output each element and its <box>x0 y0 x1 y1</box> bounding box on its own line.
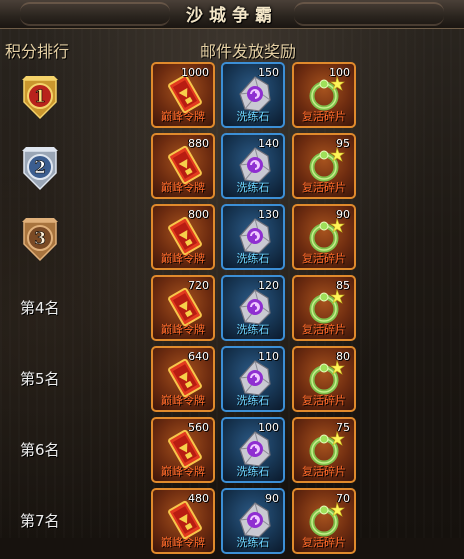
reward-slot[interactable]: 800 巅峰令牌 <box>151 204 215 270</box>
rank-label: 第6名 <box>20 441 60 459</box>
reward-count: 720 <box>188 279 209 292</box>
reward-slot[interactable]: 75 复活碎片 <box>292 417 356 483</box>
reward-count: 95 <box>336 137 350 150</box>
reward-slot[interactable]: 720 巅峰令牌 <box>151 275 215 341</box>
rank-label: 第4名 <box>20 299 60 317</box>
reward-count: 80 <box>336 350 350 363</box>
ranking-row: 第6名 560 巅峰令牌 100 洗练石 75 复活碎片 <box>0 417 464 488</box>
reward-name: 巅峰令牌 <box>161 110 205 123</box>
reward-count: 70 <box>336 492 350 505</box>
reward-count: 90 <box>336 208 350 221</box>
ranking-row: 第4名 720 巅峰令牌 120 洗练石 85 复活碎片 <box>0 275 464 346</box>
rank-label: 第7名 <box>20 512 60 530</box>
ranking-row: 3 800 巅峰令牌 130 洗练石 90 复活碎片 <box>0 204 464 275</box>
rank-badge-number: 2 <box>34 158 46 178</box>
reward-name: 洗练石 <box>236 394 270 407</box>
reward-count: 640 <box>188 350 209 363</box>
reward-slot[interactable]: 130 洗练石 <box>221 204 285 270</box>
reward-name: 洗练石 <box>236 323 270 336</box>
reward-count: 1000 <box>181 66 209 79</box>
silver-rank-medal-icon: 2 <box>18 143 62 191</box>
reward-slot[interactable]: 80 复活碎片 <box>292 346 356 412</box>
reward-name: 复活碎片 <box>302 323 346 336</box>
reward-name: 巅峰令牌 <box>161 394 205 407</box>
rank-badge-number: 1 <box>34 87 46 107</box>
reward-count: 480 <box>188 492 209 505</box>
reward-name: 复活碎片 <box>302 252 346 265</box>
reward-count: 800 <box>188 208 209 221</box>
reward-count: 150 <box>258 66 279 79</box>
reward-name: 巅峰令牌 <box>161 252 205 265</box>
reward-slot[interactable]: 85 复活碎片 <box>292 275 356 341</box>
reward-slot[interactable]: 95 复活碎片 <box>292 133 356 199</box>
reward-slot[interactable]: 140 洗练石 <box>221 133 285 199</box>
reward-count: 140 <box>258 137 279 150</box>
reward-slot[interactable]: 1000 巅峰令牌 <box>151 62 215 128</box>
reward-name: 复活碎片 <box>302 465 346 478</box>
reward-column-header: 邮件发放奖励 <box>200 42 297 61</box>
reward-slot[interactable]: 880 巅峰令牌 <box>151 133 215 199</box>
reward-count: 100 <box>329 66 350 79</box>
reward-slot[interactable]: 100 复活碎片 <box>292 62 356 128</box>
reward-count: 880 <box>188 137 209 150</box>
reward-count: 110 <box>258 350 279 363</box>
ranking-row: 1 1000 巅峰令牌 150 洗练石 100 复活碎片 <box>0 62 464 133</box>
reward-name: 洗练石 <box>236 110 270 123</box>
reward-name: 洗练石 <box>236 252 270 265</box>
reward-slot[interactable]: 110 洗练石 <box>221 346 285 412</box>
reward-name: 复活碎片 <box>302 536 346 549</box>
reward-count: 85 <box>336 279 350 292</box>
ranking-row: 第7名 480 巅峰令牌 90 洗练石 70 复活碎片 <box>0 488 464 559</box>
rank-badge-number: 3 <box>34 229 46 249</box>
reward-name: 巅峰令牌 <box>161 323 205 336</box>
reward-slot[interactable]: 90 复活碎片 <box>292 204 356 270</box>
reward-name: 复活碎片 <box>302 181 346 194</box>
reward-slot[interactable]: 560 巅峰令牌 <box>151 417 215 483</box>
reward-name: 复活碎片 <box>302 110 346 123</box>
reward-name: 巅峰令牌 <box>161 536 205 549</box>
reward-name: 洗练石 <box>236 536 270 549</box>
reward-count: 130 <box>258 208 279 221</box>
reward-slot[interactable]: 100 洗练石 <box>221 417 285 483</box>
reward-name: 巅峰令牌 <box>161 181 205 194</box>
ranking-row: 第5名 640 巅峰令牌 110 洗练石 80 复活碎片 <box>0 346 464 417</box>
reward-count: 75 <box>336 421 350 434</box>
reward-slot[interactable]: 640 巅峰令牌 <box>151 346 215 412</box>
ranking-list: 1 1000 巅峰令牌 150 洗练石 100 复活碎片 2 880 巅峰令牌 140 洗练石 95 复活… <box>0 62 464 559</box>
reward-count: 560 <box>188 421 209 434</box>
rank-label: 第5名 <box>20 370 60 388</box>
title-bar: 沙城争霸 <box>0 0 464 29</box>
reward-slot[interactable]: 480 巅峰令牌 <box>151 488 215 554</box>
ranking-row: 2 880 巅峰令牌 140 洗练石 95 复活碎片 <box>0 133 464 204</box>
reward-count: 120 <box>258 279 279 292</box>
reward-name: 巅峰令牌 <box>161 465 205 478</box>
reward-slot[interactable]: 70 复活碎片 <box>292 488 356 554</box>
page-title: 沙城争霸 <box>186 6 278 26</box>
gold-rank-medal-icon: 1 <box>18 72 62 120</box>
reward-name: 复活碎片 <box>302 394 346 407</box>
reward-name: 洗练石 <box>236 181 270 194</box>
bronze-rank-medal-icon: 3 <box>18 214 62 262</box>
reward-slot[interactable]: 120 洗练石 <box>221 275 285 341</box>
reward-name: 洗练石 <box>236 465 270 478</box>
rank-column-header: 积分排行 <box>5 42 70 61</box>
reward-slot[interactable]: 150 洗练石 <box>221 62 285 128</box>
reward-count: 90 <box>265 492 279 505</box>
reward-slot[interactable]: 90 洗练石 <box>221 488 285 554</box>
reward-count: 100 <box>258 421 279 434</box>
